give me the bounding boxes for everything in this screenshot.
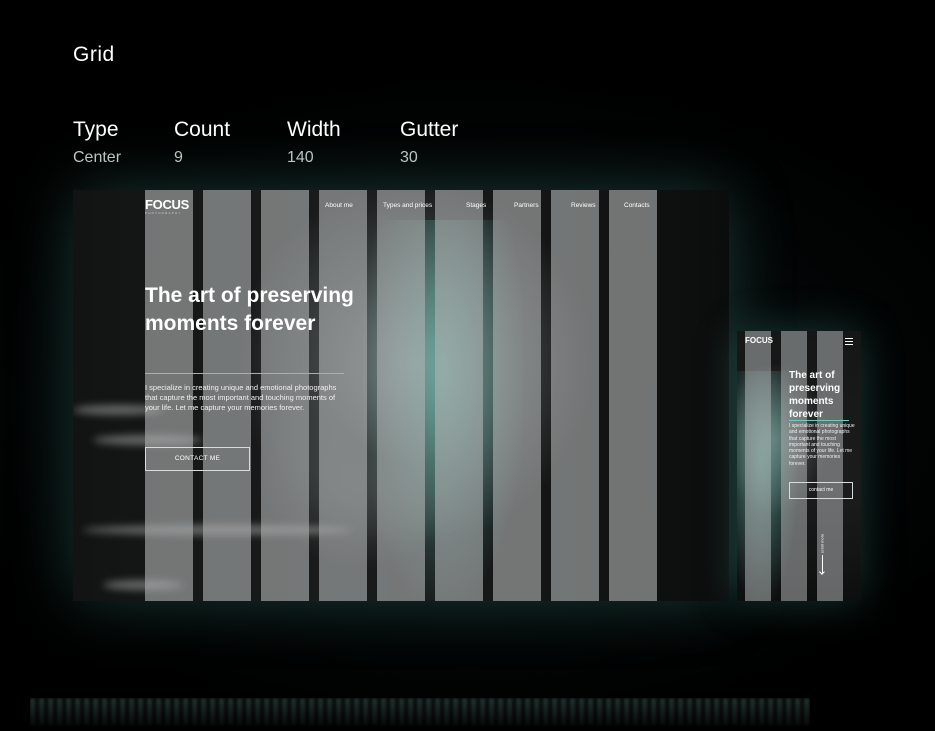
hero-description: I specialize in creating unique and emot… (145, 383, 337, 412)
spec-gutter-value: 30 (400, 149, 418, 166)
logo-subtitle: PHOTOGRAPHY (145, 211, 182, 215)
grid-column (377, 190, 425, 601)
headline-divider (145, 373, 344, 374)
mobile-logo[interactable]: FOCUS (745, 336, 773, 345)
spec-count: Count 9 (174, 117, 230, 169)
spec-type-label: Type (73, 118, 119, 141)
grid-spec-canvas: Grid Type Center Count 9 Width 140 Gutte… (0, 0, 935, 731)
grid-column (609, 190, 657, 601)
grid-column (435, 190, 483, 601)
mobile-headline-divider (789, 420, 849, 421)
grid-column (551, 190, 599, 601)
contact-me-button[interactable]: CONTACT ME (145, 447, 250, 471)
spec-type: Type Center (73, 117, 121, 169)
logo[interactable]: FOCUS (145, 197, 189, 212)
spec-count-value: 9 (174, 149, 183, 166)
nav-partners[interactable]: Partners (514, 202, 539, 209)
grid-column (493, 190, 541, 601)
nav-contacts[interactable]: Contacts (624, 202, 650, 209)
spec-width-label: Width (287, 118, 341, 141)
reflection-strip (30, 698, 810, 726)
spec-gutter: Gutter 30 (400, 117, 458, 169)
mobile-grid-column (745, 331, 771, 601)
spec-gutter-label: Gutter (400, 118, 459, 141)
spec-width: Width 140 (287, 117, 341, 169)
section-title: Grid (73, 43, 115, 66)
mobile-hero-description: I specialize in creating unique and emot… (789, 423, 855, 467)
spec-width-value: 140 (287, 149, 314, 166)
nav-stages[interactable]: Stages (466, 202, 486, 209)
nav-types-and-prices[interactable]: Types and prices (383, 202, 432, 209)
nav-reviews[interactable]: Reviews (571, 202, 596, 209)
mobile-mockup: FOCUS The art of preserving moments fore… (737, 331, 861, 601)
scroll-more-indicator[interactable]: scroll more (819, 527, 825, 577)
arrow-down-icon (819, 569, 825, 575)
hamburger-menu-icon[interactable] (845, 338, 853, 345)
spec-count-label: Count (174, 118, 231, 141)
mobile-contact-me-button[interactable]: contact me (789, 482, 853, 499)
mobile-hero-headline: The art of preserving moments forever (789, 370, 841, 420)
desktop-mockup: FOCUS PHOTOGRAPHY About me Types and pri… (73, 190, 729, 601)
nav-about-me[interactable]: About me (325, 202, 353, 209)
hero-headline: The art of preserving moments forever (145, 284, 354, 335)
spec-type-value: Center (73, 149, 122, 166)
